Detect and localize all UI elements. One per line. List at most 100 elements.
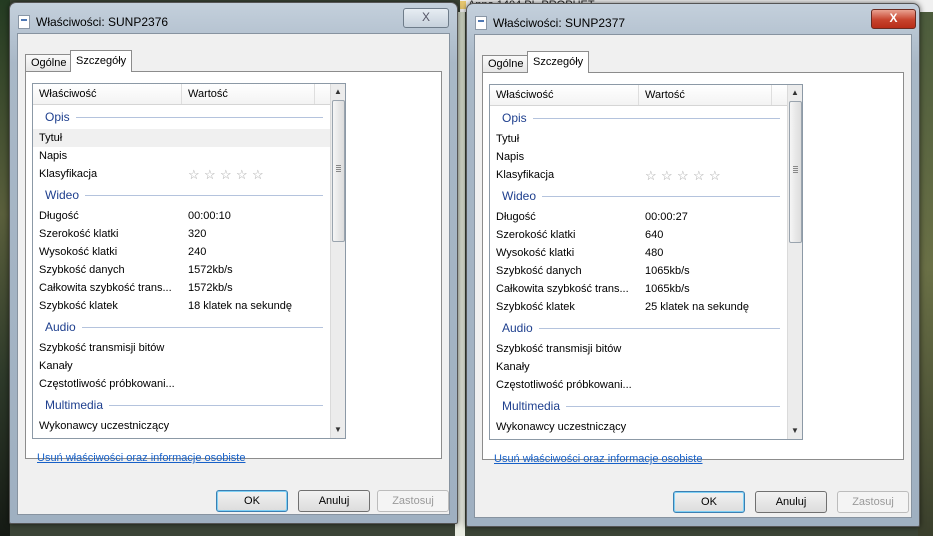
grid-header: Właściwość Wartość: [490, 85, 788, 106]
property-row-data-rate[interactable]: Szybkość danych 1065kb/s: [490, 262, 788, 280]
cancel-button[interactable]: Anuluj: [298, 490, 370, 512]
ok-button[interactable]: OK: [673, 491, 745, 513]
property-name: Długość: [39, 210, 79, 222]
property-name: Szerokość klatki: [496, 229, 576, 241]
section-audio: Audio: [33, 315, 331, 339]
property-row-frame-height[interactable]: Wysokość klatki 480: [490, 244, 788, 262]
property-row-bitrate[interactable]: Szybkość transmisji bitów: [33, 339, 331, 357]
property-name: Długość: [496, 211, 536, 223]
property-row-total-bitrate[interactable]: Całkowita szybkość trans... 1572kb/s: [33, 279, 331, 297]
property-row-channels[interactable]: Kanały: [490, 358, 788, 376]
property-row-sample-rate[interactable]: Częstotliwość próbkowani...: [33, 375, 331, 393]
section-title: Audio: [45, 320, 82, 334]
section-title: Opis: [45, 110, 76, 124]
property-row-total-bitrate[interactable]: Całkowita szybkość trans... 1065kb/s: [490, 280, 788, 298]
star-icon[interactable]: ☆: [661, 169, 674, 182]
property-row-data-rate[interactable]: Szybkość danych 1572kb/s: [33, 261, 331, 279]
section-title: Multimedia: [45, 398, 110, 412]
window-title: Właściwości: SUNP2376: [36, 15, 169, 29]
property-row-contributing-artists[interactable]: Wykonawcy uczestniczący: [490, 418, 788, 436]
section-divider: [502, 196, 780, 197]
vertical-scrollbar[interactable]: ▲ ▼: [330, 84, 345, 438]
property-row-subtitle[interactable]: Napis: [33, 147, 331, 165]
tab-general[interactable]: Ogólne: [482, 55, 530, 73]
property-value: 480: [645, 247, 664, 259]
tab-general[interactable]: Ogólne: [25, 54, 73, 72]
property-name: Wykonawcy uczestniczący: [39, 420, 170, 432]
section-divider: [45, 117, 323, 118]
apply-button[interactable]: Zastosuj: [377, 490, 449, 512]
star-icon[interactable]: ☆: [204, 168, 217, 181]
property-value: 1065kb/s: [645, 265, 690, 277]
scroll-thumb[interactable]: [332, 100, 345, 242]
star-icon[interactable]: ☆: [645, 169, 658, 182]
property-row-bitrate[interactable]: Szybkość transmisji bitów: [490, 340, 788, 358]
section-divider: [502, 118, 780, 119]
property-name: Szybkość danych: [496, 265, 582, 277]
property-row-frame-width[interactable]: Szerokość klatki 640: [490, 226, 788, 244]
property-row-title[interactable]: Tytuł: [33, 129, 331, 147]
property-name: Częstotliwość próbkowani...: [496, 379, 632, 391]
column-header-property[interactable]: Właściwość: [33, 84, 182, 104]
star-icon[interactable]: ☆: [252, 168, 265, 181]
property-value: 00:00:27: [645, 211, 688, 223]
scroll-up-arrow-icon[interactable]: ▲: [331, 84, 345, 100]
property-row-frame-height[interactable]: Wysokość klatki 240: [33, 243, 331, 261]
title-bar[interactable]: Właściwości: SUNP2377 X: [467, 4, 919, 34]
cancel-button[interactable]: Anuluj: [755, 491, 827, 513]
tab-details[interactable]: Szczegóły: [527, 51, 590, 73]
section-divider: [502, 328, 780, 329]
star-icon[interactable]: ☆: [236, 168, 249, 181]
section-audio: Audio: [490, 316, 788, 340]
property-row-contributing-artists[interactable]: Wykonawcy uczestniczący: [33, 417, 331, 435]
remove-properties-link[interactable]: Usuń właściwości oraz informacje osobist…: [494, 453, 702, 465]
tab-details[interactable]: Szczegóły: [70, 50, 133, 72]
property-value: 640: [645, 229, 664, 241]
property-row-frame-rate[interactable]: Szybkość klatek 25 klatek na sekundę: [490, 298, 788, 316]
property-row-sample-rate[interactable]: Częstotliwość próbkowani...: [490, 376, 788, 394]
vertical-scrollbar[interactable]: ▲ ▼: [787, 85, 802, 439]
section-divider: [45, 195, 323, 196]
property-name: Kanały: [496, 361, 530, 373]
property-row-rating[interactable]: Klasyfikacja ☆ ☆ ☆ ☆ ☆: [33, 165, 331, 183]
column-header-value[interactable]: Wartość: [639, 85, 772, 105]
property-rows: Opis Tytuł Napis Klasyfikacja ☆ ☆ ☆ ☆ ☆ Wide…: [33, 105, 331, 435]
property-name: Szybkość klatek: [39, 300, 118, 312]
close-button[interactable]: X: [871, 9, 916, 29]
property-value: 1572kb/s: [188, 282, 233, 294]
property-grid: Właściwość Wartość Opis Tytuł Napis Klas…: [32, 83, 346, 439]
star-icon[interactable]: ☆: [188, 168, 201, 181]
section-opis: Opis: [490, 106, 788, 130]
property-value: 240: [188, 246, 207, 258]
star-icon[interactable]: ☆: [709, 169, 722, 182]
section-wideo: Wideo: [490, 184, 788, 208]
scroll-down-arrow-icon[interactable]: ▼: [331, 422, 345, 438]
details-panel: Właściwość Wartość Opis Tytuł Napis Klas…: [25, 71, 442, 459]
title-bar[interactable]: Właściwości: SUNP2376 X: [10, 3, 457, 33]
property-row-length[interactable]: Długość 00:00:10: [33, 207, 331, 225]
star-icon[interactable]: ☆: [693, 169, 706, 182]
column-header-property[interactable]: Właściwość: [490, 85, 639, 105]
property-name: Wykonawcy uczestniczący: [496, 421, 627, 433]
grid-header: Właściwość Wartość: [33, 84, 331, 105]
property-row-title[interactable]: Tytuł: [490, 130, 788, 148]
property-row-length[interactable]: Długość 00:00:27: [490, 208, 788, 226]
apply-button[interactable]: Zastosuj: [837, 491, 909, 513]
remove-properties-link[interactable]: Usuń właściwości oraz informacje osobist…: [37, 452, 245, 464]
column-header-value[interactable]: Wartość: [182, 84, 315, 104]
ok-button[interactable]: OK: [216, 490, 288, 512]
close-button[interactable]: X: [403, 8, 449, 28]
star-icon[interactable]: ☆: [677, 169, 690, 182]
property-value: 1065kb/s: [645, 283, 690, 295]
scroll-up-arrow-icon[interactable]: ▲: [788, 85, 802, 101]
property-row-subtitle[interactable]: Napis: [490, 148, 788, 166]
dialog-client: Ogólne Szczegóły Właściwość Wartość Opis…: [17, 33, 450, 515]
star-icon[interactable]: ☆: [220, 168, 233, 181]
property-row-frame-width[interactable]: Szerokość klatki 320: [33, 225, 331, 243]
property-row-frame-rate[interactable]: Szybkość klatek 18 klatek na sekundę: [33, 297, 331, 315]
property-row-channels[interactable]: Kanały: [33, 357, 331, 375]
scroll-thumb[interactable]: [789, 101, 802, 243]
property-row-rating[interactable]: Klasyfikacja ☆ ☆ ☆ ☆ ☆: [490, 166, 788, 184]
scroll-down-arrow-icon[interactable]: ▼: [788, 423, 802, 439]
property-value: 00:00:10: [188, 210, 231, 222]
